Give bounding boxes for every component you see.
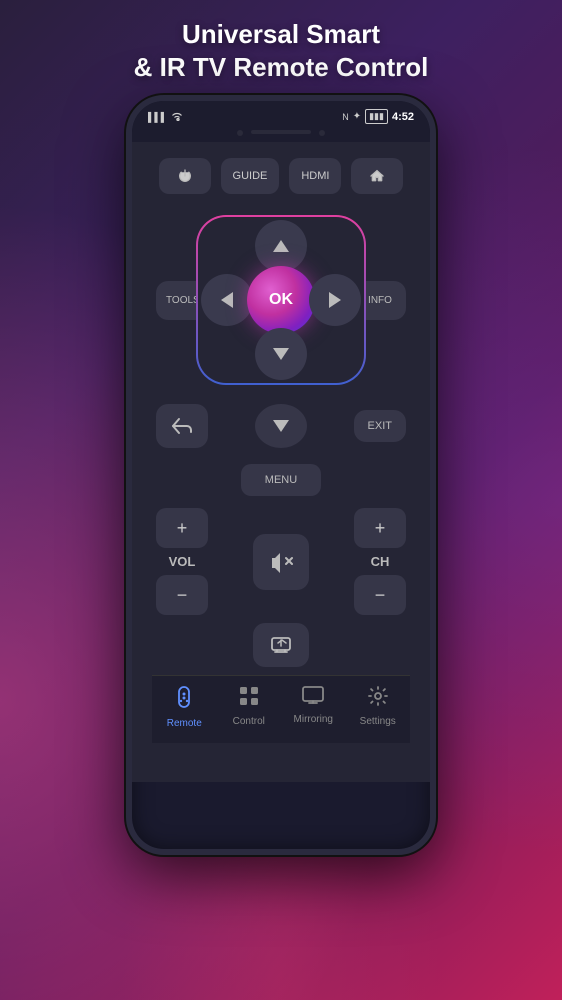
dpad-left-button[interactable] (201, 274, 253, 326)
ch-plus-button[interactable]: + (354, 508, 406, 548)
source-row (152, 623, 410, 667)
nav-item-settings[interactable]: Settings (350, 686, 406, 729)
nav-item-remote[interactable]: Remote (156, 686, 212, 729)
ch-minus-button[interactable]: − (354, 575, 406, 615)
vol-label: VOL (169, 554, 196, 569)
signal-icon: ▌▌▌ (148, 112, 167, 122)
page-title: Universal Smart & IR TV Remote Control (20, 18, 542, 83)
menu-button[interactable]: MENU (241, 464, 321, 496)
page-header: Universal Smart & IR TV Remote Control (0, 0, 562, 95)
mute-button[interactable] (253, 534, 309, 590)
mirroring-nav-icon (302, 686, 324, 710)
ok-button[interactable]: OK (247, 266, 315, 334)
dpad-down-button[interactable] (255, 328, 307, 380)
dpad-cross: OK (201, 220, 361, 380)
nav-area: TOOLS OK (152, 210, 410, 390)
status-time: 4:52 (392, 111, 414, 123)
dpad-up-button[interactable] (255, 220, 307, 272)
remote-nav-label: Remote (167, 718, 202, 729)
vol-plus-button[interactable]: + (156, 508, 208, 548)
remote-nav-icon (174, 686, 194, 714)
control-nav-icon (239, 686, 259, 712)
settings-nav-label: Settings (360, 716, 396, 727)
battery-icon: ▮▮▮ (365, 109, 388, 124)
camera-dot (237, 130, 243, 136)
settings-nav-icon (368, 686, 388, 712)
phone-frame: ▌▌▌ N ✦ ▮▮▮ 4:52 (126, 95, 436, 855)
dpad-down-button-2[interactable] (255, 404, 307, 448)
vol-ch-area: + VOL − + CH (152, 508, 410, 615)
camera-area (132, 128, 430, 142)
wifi-icon (171, 111, 183, 123)
hdmi-button[interactable]: HDMI (289, 158, 341, 194)
status-bar: ▌▌▌ N ✦ ▮▮▮ 4:52 (132, 101, 430, 128)
channel-block: + CH − (354, 508, 406, 615)
remote-screen: GUIDE HDMI TOOLS (132, 142, 430, 782)
nav-item-control[interactable]: Control (221, 686, 277, 729)
exit-button[interactable]: EXIT (354, 410, 406, 442)
dpad-right-button[interactable] (309, 274, 361, 326)
home-button[interactable] (351, 158, 403, 194)
control-nav-label: Control (233, 716, 265, 727)
arrow-right-icon (329, 292, 341, 308)
menu-row: MENU (152, 464, 410, 496)
bottom-nav-bar: Remote Control (152, 675, 410, 743)
below-nav-row: EXIT (152, 404, 410, 448)
source-button[interactable] (253, 623, 309, 667)
guide-button[interactable]: GUIDE (221, 158, 280, 194)
bluetooth-icon: ✦ (353, 111, 361, 122)
camera-dot-2 (319, 130, 325, 136)
nav-item-mirroring[interactable]: Mirroring (285, 686, 341, 729)
arrow-up-icon (273, 240, 289, 252)
vol-minus-button[interactable]: − (156, 575, 208, 615)
top-buttons-row: GUIDE HDMI (152, 158, 410, 194)
arrow-down-icon-2 (273, 420, 289, 432)
speaker-bar (251, 130, 311, 134)
dpad-container: OK (208, 210, 354, 390)
arrow-left-icon (221, 292, 233, 308)
back-button[interactable] (156, 404, 208, 448)
arrow-down-icon (273, 348, 289, 360)
nfc-icon: N (342, 112, 349, 122)
ch-label: CH (371, 554, 390, 569)
power-button[interactable] (159, 158, 211, 194)
info-button[interactable]: INFO (354, 281, 406, 320)
volume-block: + VOL − (156, 508, 208, 615)
mirroring-nav-label: Mirroring (294, 714, 333, 725)
